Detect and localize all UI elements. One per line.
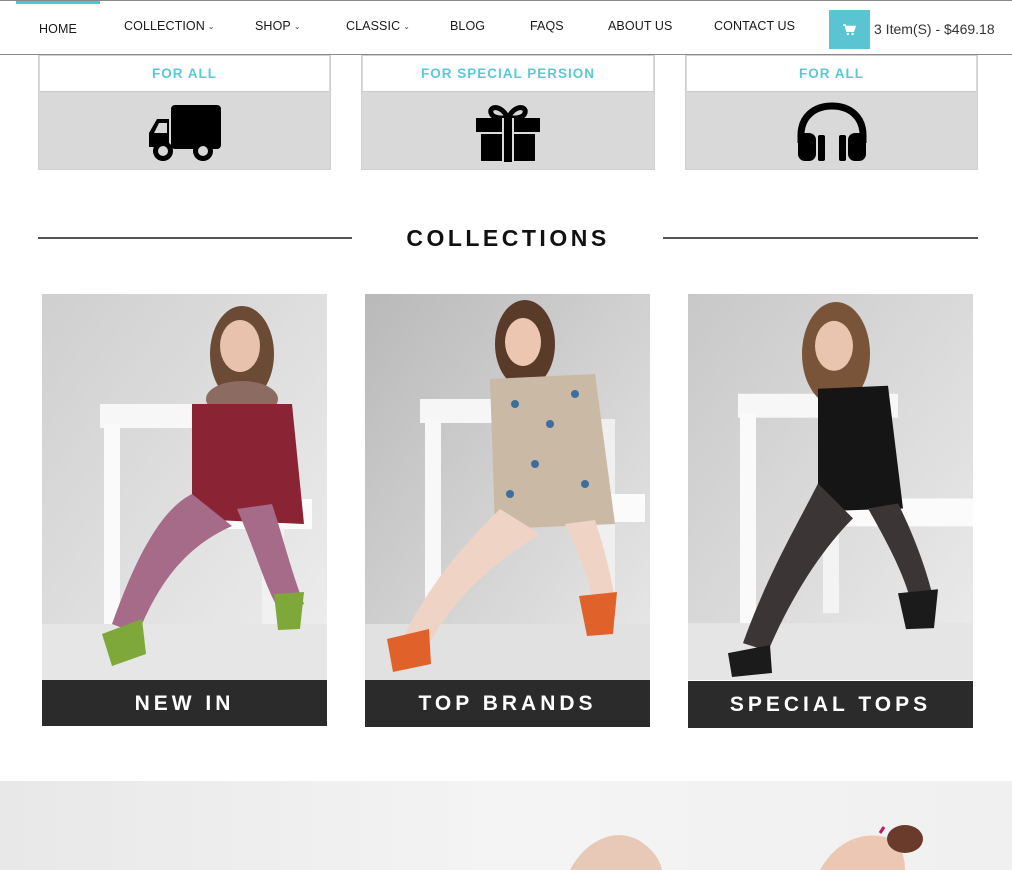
- card-caption: SPECIAL TOPS: [688, 681, 973, 728]
- nav-about-us[interactable]: ABOUT US: [608, 1, 672, 55]
- nav-about-label: ABOUT US: [608, 19, 673, 33]
- nav-contact-label: CONTACT US: [714, 19, 796, 33]
- model-photo: [688, 294, 973, 680]
- section-title: COLLECTIONS: [406, 225, 610, 251]
- collection-card-top-brands[interactable]: TOP BRANDS: [365, 294, 650, 727]
- nav-shop-label: SHOP: [255, 19, 291, 33]
- gift-icon: [362, 96, 654, 168]
- main-navbar: HOME COLLECTION ⌄ SHOP ⌄ CLASSIC ⌄ BLOG FAQ…: [0, 0, 1012, 55]
- card-caption: NEW IN: [42, 680, 327, 726]
- nav-contact-us[interactable]: CONTACT US: [714, 1, 795, 55]
- nav-collection-label: COLLECTION: [124, 19, 205, 33]
- active-indicator: [16, 1, 100, 4]
- nav-home[interactable]: HOME: [16, 1, 100, 55]
- feature-box-shipping: FOR ALL: [38, 55, 331, 170]
- chevron-down-icon: ⌄: [293, 22, 301, 31]
- collection-card-special-tops[interactable]: SPECIAL TOPS: [688, 294, 973, 728]
- nav-faqs-label: FAQS: [530, 19, 564, 33]
- chevron-down-icon: ⌄: [207, 22, 215, 31]
- banner-photo: [0, 781, 1012, 870]
- nav-faqs[interactable]: FAQS: [530, 1, 564, 55]
- card-caption: TOP BRANDS: [365, 680, 650, 727]
- feature-box-support: FOR ALL: [685, 55, 978, 170]
- feature-label: FOR SPECIAL PERSION: [363, 56, 653, 92]
- model-photo: [365, 294, 650, 680]
- model-photo: [42, 294, 327, 680]
- feature-label: FOR ALL: [40, 56, 329, 92]
- headphones-icon: [686, 96, 977, 168]
- nav-collection[interactable]: COLLECTION ⌄: [124, 1, 215, 55]
- cart-summary[interactable]: 3 Item(S) - $469.18: [874, 1, 995, 56]
- nav-home-label: HOME: [39, 22, 77, 36]
- feature-label: FOR ALL: [687, 56, 976, 92]
- nav-classic[interactable]: CLASSIC ⌄: [346, 1, 410, 55]
- nav-classic-label: CLASSIC: [346, 19, 401, 33]
- nav-blog[interactable]: BLOG: [450, 1, 485, 55]
- promo-banner: [0, 781, 1012, 870]
- nav-shop[interactable]: SHOP ⌄: [255, 1, 301, 55]
- delivery-truck-icon: [39, 96, 330, 168]
- cart-button[interactable]: [829, 10, 870, 49]
- chevron-down-icon: ⌄: [403, 22, 411, 31]
- collections-heading: COLLECTIONS: [38, 225, 978, 255]
- collection-card-new-in[interactable]: NEW IN: [42, 294, 327, 726]
- feature-box-gift: FOR SPECIAL PERSION: [361, 55, 655, 170]
- nav-blog-label: BLOG: [450, 19, 486, 33]
- shopping-cart-icon: [843, 23, 856, 35]
